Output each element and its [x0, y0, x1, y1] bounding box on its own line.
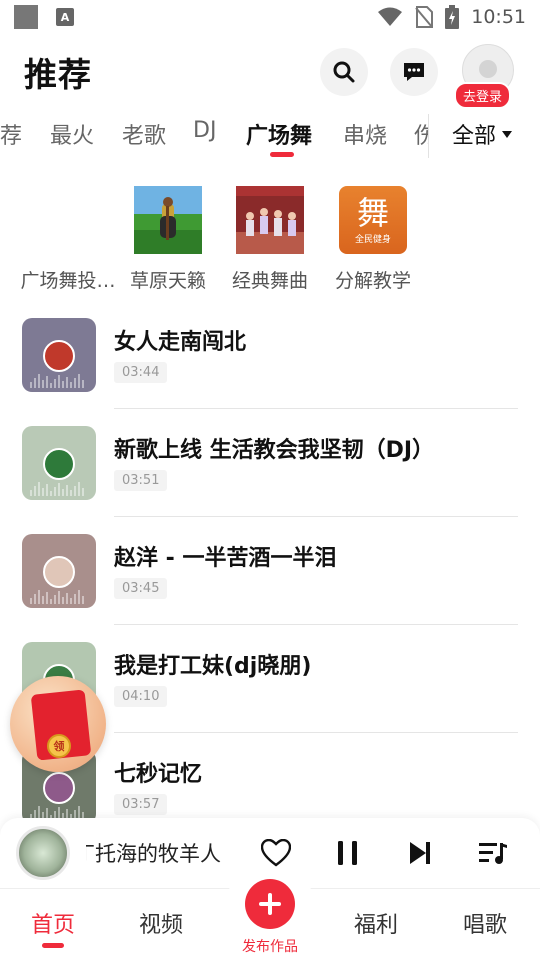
like-button[interactable] — [259, 836, 293, 870]
tab-oldies[interactable]: 老歌 — [122, 118, 166, 150]
song-duration: 03:51 — [114, 470, 168, 491]
thumb-dance-glyph: 舞 — [356, 193, 389, 232]
battery-charging-icon — [445, 5, 460, 29]
now-playing-title-container: 丁托海的牧羊人 — [86, 838, 228, 868]
tab-square-dance[interactable]: 广场舞 — [246, 118, 312, 150]
next-track-button[interactable] — [403, 836, 437, 870]
publish-button[interactable] — [245, 879, 295, 929]
cover-disc — [43, 772, 75, 804]
nav-sing[interactable]: 唱歌 — [463, 907, 507, 939]
tab-dj[interactable]: DJ — [193, 118, 216, 143]
song-title: 新歌上线 生活教会我坚韧（DJ） — [114, 438, 435, 463]
grassland-thumbnail — [134, 186, 202, 254]
page-title: 推荐 — [24, 55, 92, 94]
song-cover — [22, 426, 96, 500]
tab-divider — [428, 114, 429, 158]
song-row[interactable]: 新歌上线 生活教会我坚韧（DJ） 03:51 — [0, 426, 540, 534]
waveform-icon — [30, 480, 88, 496]
featured-item[interactable]: 经典舞曲 — [215, 186, 325, 293]
notification-app-icon: A — [56, 8, 74, 26]
playlist-icon — [479, 843, 507, 864]
tab-more[interactable]: 伤 — [414, 118, 428, 150]
cover-disc — [43, 448, 75, 480]
skip-next-icon — [410, 842, 430, 864]
all-categories-label: 全部 — [452, 124, 497, 149]
nav-home[interactable]: 首页 — [31, 907, 75, 939]
featured-label: 广场舞投… — [20, 270, 116, 292]
notification-square-icon — [14, 5, 38, 29]
heart-icon — [261, 839, 291, 867]
playlist-button[interactable] — [476, 836, 510, 870]
dance-tutorial-thumbnail: 舞 全民健身 — [339, 186, 407, 254]
login-badge[interactable]: 去登录 — [454, 82, 512, 109]
song-row[interactable]: 赵洋 - 一半苦酒一半泪 03:45 — [0, 534, 540, 642]
song-duration: 04:10 — [114, 686, 168, 707]
plus-icon — [259, 893, 281, 915]
tab-hottest[interactable]: 最火 — [50, 118, 94, 150]
featured-label: 草原天籁 — [129, 270, 206, 292]
song-row[interactable]: 女人走南闯北 03:44 — [0, 318, 540, 426]
featured-section: 广场舞投… 草原天籁 经典舞曲 舞 全民健身 分解教学 — [0, 186, 540, 296]
tab-recommend[interactable]: 荐 — [0, 118, 22, 150]
waveform-icon — [30, 372, 88, 388]
user-avatar-button[interactable]: 去登录 — [454, 44, 516, 109]
dropdown-arrow-icon — [502, 130, 513, 138]
wifi-icon — [378, 7, 403, 26]
song-cover — [22, 534, 96, 608]
message-icon — [404, 63, 424, 81]
pause-button[interactable] — [331, 836, 365, 870]
now-playing-title: 丁托海的牧羊人 — [86, 842, 221, 866]
red-packet-button[interactable]: 领 — [10, 676, 106, 772]
cover-disc — [43, 340, 75, 372]
active-tab-indicator — [270, 152, 294, 157]
featured-item[interactable]: 舞 全民健身 分解教学 — [318, 186, 428, 293]
messages-button[interactable] — [390, 48, 438, 96]
featured-item[interactable]: 草原天籁 — [113, 186, 223, 293]
search-button[interactable] — [320, 48, 368, 96]
tab-medley[interactable]: 串烧 — [343, 118, 387, 150]
song-duration: 03:45 — [114, 578, 168, 599]
waveform-icon — [30, 588, 88, 604]
category-tabs: 荐 最火 老歌 DJ 广场舞 串烧 伤 全部 — [0, 110, 540, 160]
featured-label: 分解教学 — [334, 270, 411, 292]
now-playing-cover — [16, 826, 70, 880]
coin-icon: 领 — [47, 734, 71, 758]
featured-item[interactable]: 广场舞投… — [13, 186, 123, 293]
row-divider — [114, 624, 518, 625]
song-title: 赵洋 - 一半苦酒一半泪 — [114, 546, 337, 571]
row-divider — [114, 408, 518, 409]
nav-active-indicator — [42, 943, 64, 948]
clock: 10:51 — [471, 6, 526, 28]
pause-icon — [338, 841, 357, 865]
publish-label[interactable]: 发布作品 — [222, 936, 318, 956]
top-header: 推荐 去登录 — [0, 40, 540, 109]
song-duration: 03:57 — [114, 794, 168, 815]
no-sim-icon — [415, 6, 434, 28]
thumb-subtext: 全民健身 — [354, 234, 391, 245]
song-cover — [22, 318, 96, 392]
song-title: 女人走南闯北 — [114, 330, 247, 355]
status-bar: A 10:51 — [0, 0, 540, 34]
all-categories-button[interactable]: 全部 — [452, 118, 513, 150]
nav-video[interactable]: 视频 — [139, 907, 183, 939]
dance-stage-thumbnail — [236, 186, 304, 254]
nav-welfare[interactable]: 福利 — [354, 907, 398, 939]
search-icon — [333, 61, 355, 83]
cover-disc — [43, 556, 75, 588]
row-divider — [114, 516, 518, 517]
song-duration: 03:44 — [114, 362, 168, 383]
featured-label: 经典舞曲 — [231, 270, 308, 292]
category-tab-scroller[interactable]: 荐 最火 老歌 DJ 广场舞 串烧 伤 — [0, 110, 428, 160]
song-title: 我是打工妹(dj晓朋) — [114, 654, 312, 679]
row-divider — [114, 732, 518, 733]
song-title: 七秒记忆 — [114, 762, 203, 787]
